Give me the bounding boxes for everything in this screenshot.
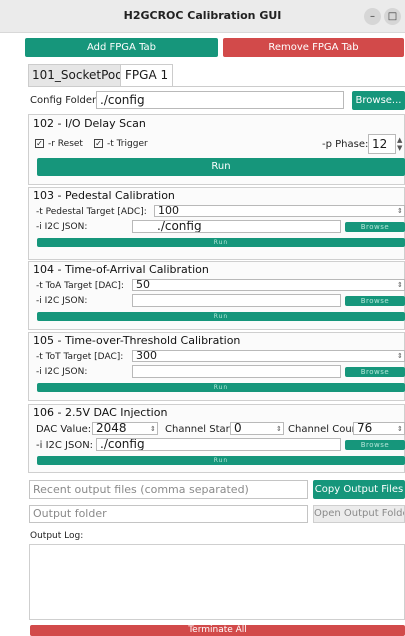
config-browse-button[interactable]: Browse...	[352, 91, 405, 110]
toa-json-input[interactable]	[132, 294, 341, 307]
trigger-label: -t Trigger	[107, 139, 148, 149]
pedestal-json-label: -i I2C JSON:	[36, 222, 88, 232]
maximize-button[interactable]: □	[384, 8, 401, 25]
title-bar: H2GCROC Calibration GUI – □	[0, 0, 405, 33]
reset-label: -r Reset	[48, 139, 83, 149]
dac-title: 106 - 2.5V DAC Injection	[33, 406, 168, 419]
tot-spinner-icon[interactable]: ⇕	[397, 352, 403, 360]
output-folder-input[interactable]: Output folder	[29, 505, 308, 523]
remove-fpga-tab-button[interactable]: Remove FPGA Tab	[223, 38, 404, 57]
phase-input[interactable]: 12	[368, 134, 396, 154]
toa-target-input[interactable]: 50	[132, 279, 405, 291]
dac-browse-button[interactable]: Browse	[345, 440, 405, 450]
channel-count-spinner-icon[interactable]: ⇕	[397, 425, 403, 433]
channel-count-label: Channel Cour	[288, 424, 356, 435]
config-folder-label: Config Folder:	[30, 95, 100, 106]
dac-json-label: -i I2C JSON:	[36, 440, 94, 451]
window-title: H2GCROC Calibration GUI	[123, 9, 282, 22]
channel-start-spinner-icon[interactable]: ⇕	[276, 425, 282, 433]
dac-value-input[interactable]: 2048	[92, 422, 158, 435]
toa-browse-button[interactable]: Browse	[345, 296, 405, 306]
output-log-label: Output Log:	[30, 531, 84, 541]
tot-json-label: -i I2C JSON:	[36, 367, 88, 377]
io-delay-title: 102 - I/O Delay Scan	[33, 117, 146, 130]
tab-101-socketpool[interactable]: 101_SocketPool	[28, 64, 130, 86]
minimize-button[interactable]: –	[364, 8, 381, 25]
tot-json-input[interactable]	[132, 365, 341, 378]
tot-title: 105 - Time-over-Threshold Calibration	[33, 334, 241, 347]
add-fpga-tab-button[interactable]: Add FPGA Tab	[25, 38, 218, 57]
pedestal-title: 103 - Pedestal Calibration	[33, 189, 175, 202]
tot-run-button[interactable]: Run	[37, 383, 405, 392]
dac-json-input[interactable]: ./config	[96, 438, 341, 451]
open-output-folder-button[interactable]: Open Output Folde	[313, 505, 405, 523]
toa-run-button[interactable]: Run	[37, 312, 405, 321]
terminate-all-button[interactable]: Terminate All	[30, 625, 405, 636]
toa-spinner-icon[interactable]: ⇕	[397, 281, 403, 289]
toa-json-label: -i I2C JSON:	[36, 296, 88, 306]
dac-value-spinner-icon[interactable]: ⇕	[150, 425, 156, 433]
tot-target-input[interactable]: 300	[132, 350, 405, 362]
pedestal-spinner-icon[interactable]: ⇕	[397, 207, 403, 215]
output-log-area[interactable]	[29, 544, 405, 620]
io-delay-run-button[interactable]: Run	[37, 158, 405, 176]
pedestal-browse-button[interactable]: Browse	[345, 222, 405, 232]
pedestal-json-input[interactable]: ./config	[132, 220, 341, 233]
toa-target-label: -t ToA Target [DAC]:	[36, 281, 124, 291]
tot-browse-button[interactable]: Browse	[345, 367, 405, 377]
pedestal-target-input[interactable]: 100	[154, 205, 405, 217]
copy-output-files-button[interactable]: Copy Output Files	[313, 480, 405, 499]
pedestal-run-button[interactable]: Run	[37, 238, 405, 247]
dac-run-button[interactable]: Run	[37, 456, 405, 465]
dac-value-label: DAC Value:	[36, 424, 92, 435]
tab-fpga-1[interactable]: FPGA 1	[120, 64, 174, 86]
phase-label: -p Phase:	[322, 139, 369, 150]
recent-output-files-input[interactable]: Recent output files (comma separated)	[29, 480, 308, 499]
reset-checkbox[interactable]: ✓	[35, 139, 44, 148]
config-folder-input[interactable]: ./config	[96, 91, 344, 109]
toa-title: 104 - Time-of-Arrival Calibration	[33, 263, 209, 276]
tab-divider	[28, 86, 405, 87]
channel-start-label: Channel Start	[165, 424, 234, 435]
tot-target-label: -t ToT Target [DAC]:	[36, 352, 124, 362]
phase-spinner-icon[interactable]: ▲ ▼	[397, 136, 402, 152]
trigger-checkbox[interactable]: ✓	[94, 139, 103, 148]
pedestal-target-label: -t Pedestal Target [ADC]:	[36, 207, 147, 217]
